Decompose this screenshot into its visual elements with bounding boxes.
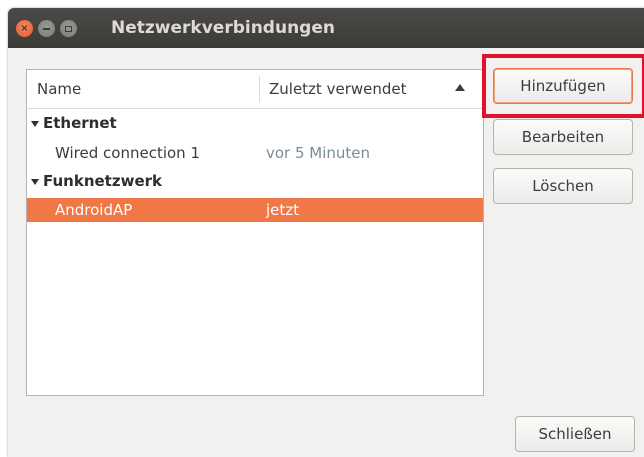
close-window-button[interactable]: × xyxy=(16,20,33,37)
connection-last-used: jetzt xyxy=(266,201,300,219)
group-label: Ethernet xyxy=(43,114,117,132)
connection-last-used: vor 5 Minuten xyxy=(266,144,371,162)
expander-icon[interactable] xyxy=(31,120,39,127)
close-button[interactable]: Schließen xyxy=(515,416,635,452)
window-title: Netzwerkverbindungen xyxy=(111,18,335,38)
column-header-name[interactable]: Name xyxy=(37,80,81,98)
delete-button[interactable]: Löschen xyxy=(493,168,633,204)
list-item[interactable]: AndroidAP jetzt xyxy=(27,198,483,222)
list-header: Name Zuletzt verwendet xyxy=(27,70,483,109)
minimize-window-button[interactable] xyxy=(38,20,55,37)
close-icon: × xyxy=(20,22,29,34)
group-label: Funknetzwerk xyxy=(43,172,162,190)
edit-button[interactable]: Bearbeiten xyxy=(493,119,633,155)
maximize-icon xyxy=(65,25,72,32)
minimize-icon xyxy=(43,27,50,30)
add-button[interactable]: Hinzufügen xyxy=(493,68,633,104)
list-item[interactable]: Wired connection 1 vor 5 Minuten xyxy=(27,141,483,165)
expander-icon[interactable] xyxy=(31,178,39,185)
connections-list[interactable]: Name Zuletzt verwendet Ethernet Wired co… xyxy=(26,69,484,396)
maximize-window-button[interactable] xyxy=(60,20,77,37)
group-ethernet[interactable]: Ethernet xyxy=(31,114,117,132)
sort-ascending-icon xyxy=(455,84,465,91)
column-header-last-used[interactable]: Zuletzt verwendet xyxy=(269,80,407,98)
group-wireless[interactable]: Funknetzwerk xyxy=(31,172,162,190)
titlebar: × Netzwerkverbindungen xyxy=(8,8,644,48)
connection-name: AndroidAP xyxy=(55,201,133,219)
network-connections-window: × Netzwerkverbindungen Name Zuletzt verw… xyxy=(8,8,644,457)
column-separator xyxy=(259,76,260,102)
connection-name: Wired connection 1 xyxy=(55,144,200,162)
